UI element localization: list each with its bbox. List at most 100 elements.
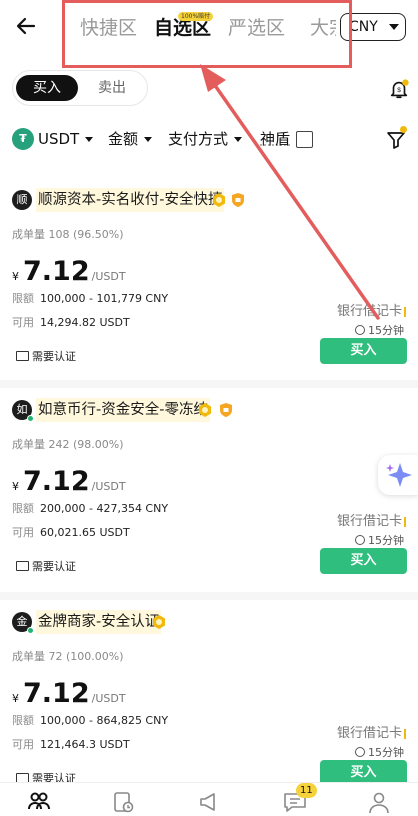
amount-filter-label: 金额 bbox=[108, 130, 139, 148]
deposit-shield-icon bbox=[220, 403, 232, 417]
sell-tab[interactable]: 卖出 bbox=[81, 75, 143, 101]
price-unit: /USDT bbox=[91, 692, 126, 705]
profile-icon[interactable] bbox=[366, 789, 392, 815]
p2p-icon[interactable] bbox=[26, 789, 52, 815]
available-row: 可用 60,021.65 USDT bbox=[12, 524, 130, 540]
limit-label: 限额 bbox=[12, 292, 34, 305]
svg-text:$: $ bbox=[397, 87, 401, 94]
limit-value: 200,000 - 427,354 CNY bbox=[40, 502, 169, 515]
chevron-down-icon bbox=[389, 24, 399, 30]
payment-color-bar bbox=[404, 306, 406, 317]
currency-symbol: ¥ bbox=[12, 480, 19, 493]
listing-card: 金 金牌商家-安全认证 成单量 72 (100.00%) ¥7.12/USDT … bbox=[0, 592, 418, 797]
available-value: 121,464.3 USDT bbox=[40, 738, 130, 751]
limit-value: 100,000 - 864,825 CNY bbox=[40, 714, 169, 727]
payment-method-label: 银行借记卡 bbox=[336, 304, 402, 319]
buy-tab[interactable]: 买入 bbox=[16, 75, 78, 101]
price-value: 7.12 bbox=[23, 678, 90, 709]
sparkle-icon bbox=[386, 463, 412, 487]
payment-method: 银行借记卡 bbox=[337, 300, 406, 319]
deposit-shield-icon bbox=[232, 193, 244, 207]
verified-merchant-icon bbox=[153, 615, 165, 629]
verified-merchant-icon bbox=[199, 403, 211, 417]
limit-value: 100,000 - 101,779 CNY bbox=[40, 292, 169, 305]
online-status-dot bbox=[27, 627, 34, 634]
announcements-icon[interactable] bbox=[196, 789, 222, 815]
available-label: 可用 bbox=[12, 316, 34, 329]
notification-bell-icon[interactable]: $ bbox=[388, 78, 410, 100]
caret-down-icon bbox=[144, 137, 153, 142]
verified-merchant-icon bbox=[213, 193, 225, 207]
payment-filter-label: 支付方式 bbox=[168, 130, 229, 148]
payment-color-bar bbox=[404, 728, 406, 739]
payment-method: 银行借记卡 bbox=[337, 510, 406, 529]
ai-assistant-button[interactable] bbox=[378, 455, 418, 495]
order-stats: 成单量 108 (96.50%) bbox=[12, 228, 124, 241]
payment-filter[interactable]: 支付方式 bbox=[168, 128, 243, 150]
payment-time-value: 15分钟 bbox=[368, 324, 404, 337]
merchant-name[interactable]: 顺源资本-实名收付-安全快捷 bbox=[36, 188, 225, 212]
merchant-name[interactable]: 金牌商家-安全认证 bbox=[36, 610, 162, 634]
price-unit: /USDT bbox=[91, 270, 126, 283]
clock-icon bbox=[355, 535, 365, 545]
payment-color-bar bbox=[404, 516, 406, 527]
available-row: 可用 14,294.82 USDT bbox=[12, 314, 130, 330]
filter-active-dot bbox=[400, 126, 407, 133]
filter-funnel-icon[interactable] bbox=[386, 130, 406, 150]
verification-label: 需要认证 bbox=[32, 560, 76, 573]
available-row: 可用 121,464.3 USDT bbox=[12, 736, 130, 752]
available-label: 可用 bbox=[12, 526, 34, 539]
buy-button[interactable]: 买入 bbox=[320, 338, 407, 364]
currency-symbol: ¥ bbox=[12, 692, 19, 705]
buy-button[interactable]: 买入 bbox=[320, 548, 407, 574]
order-stats: 成单量 72 (100.00%) bbox=[12, 650, 124, 663]
id-card-icon bbox=[16, 561, 29, 571]
bottom-nav: 11 bbox=[0, 782, 418, 816]
limit-row: 限额 100,000 - 101,779 CNY bbox=[12, 290, 168, 306]
payment-method: 银行借记卡 bbox=[337, 722, 406, 741]
merchant-name[interactable]: 如意币行-资金安全-零冻结 bbox=[36, 398, 210, 422]
order-stats: 成单量 242 (98.00%) bbox=[12, 438, 124, 451]
merchant-avatar: 顺 bbox=[12, 190, 32, 210]
clock-icon bbox=[355, 325, 365, 335]
price-value: 7.12 bbox=[23, 466, 90, 497]
price-unit: /USDT bbox=[91, 480, 126, 493]
price: ¥7.12/USDT bbox=[12, 466, 126, 497]
payment-time: 15分钟 bbox=[355, 322, 404, 338]
price: ¥7.12/USDT bbox=[12, 678, 126, 709]
unread-messages-badge: 11 bbox=[296, 783, 317, 798]
available-label: 可用 bbox=[12, 738, 34, 751]
shield-label: 神盾 bbox=[260, 130, 291, 148]
shield-checkbox[interactable] bbox=[296, 131, 313, 148]
listing-card: 顺 顺源资本-实名收付-安全快捷 成单量 108 (96.50%) ¥7.12/… bbox=[0, 170, 418, 375]
annotation-highlight-box bbox=[62, 0, 352, 68]
payment-method-label: 银行借记卡 bbox=[336, 514, 402, 529]
payment-time: 15分钟 bbox=[355, 744, 404, 760]
filter-bar: ₮ USDT 金额 支付方式 神盾 bbox=[0, 124, 418, 154]
online-status-dot bbox=[27, 415, 34, 422]
currency-symbol: ¥ bbox=[12, 270, 19, 283]
currency-value: CNY bbox=[349, 19, 378, 35]
id-card-icon bbox=[16, 351, 29, 361]
available-value: 14,294.82 USDT bbox=[40, 316, 130, 329]
buy-sell-toggle: 买入 卖出 bbox=[12, 70, 148, 106]
limit-label: 限额 bbox=[12, 714, 34, 727]
amount-filter[interactable]: 金额 bbox=[108, 128, 153, 150]
verification-required: 需要认证 bbox=[16, 348, 76, 364]
asset-filter[interactable]: USDT bbox=[38, 128, 94, 150]
payment-method-label: 银行借记卡 bbox=[336, 726, 402, 741]
price-value: 7.12 bbox=[23, 256, 90, 287]
limit-row: 限额 100,000 - 864,825 CNY bbox=[12, 712, 168, 728]
payment-time-value: 15分钟 bbox=[368, 534, 404, 547]
usdt-logo-icon: ₮ bbox=[12, 128, 34, 150]
payment-time: 15分钟 bbox=[355, 532, 404, 548]
price: ¥7.12/USDT bbox=[12, 256, 126, 287]
card-separator bbox=[0, 380, 418, 388]
back-arrow-icon[interactable] bbox=[14, 14, 38, 38]
card-separator bbox=[0, 592, 418, 600]
asset-filter-label: USDT bbox=[38, 130, 80, 148]
clock-icon bbox=[355, 747, 365, 757]
orders-icon[interactable] bbox=[110, 789, 136, 815]
top-header: 快捷区 自选区 严选区 大宗 100%赔付 CNY bbox=[0, 0, 418, 68]
caret-down-icon bbox=[234, 137, 243, 142]
